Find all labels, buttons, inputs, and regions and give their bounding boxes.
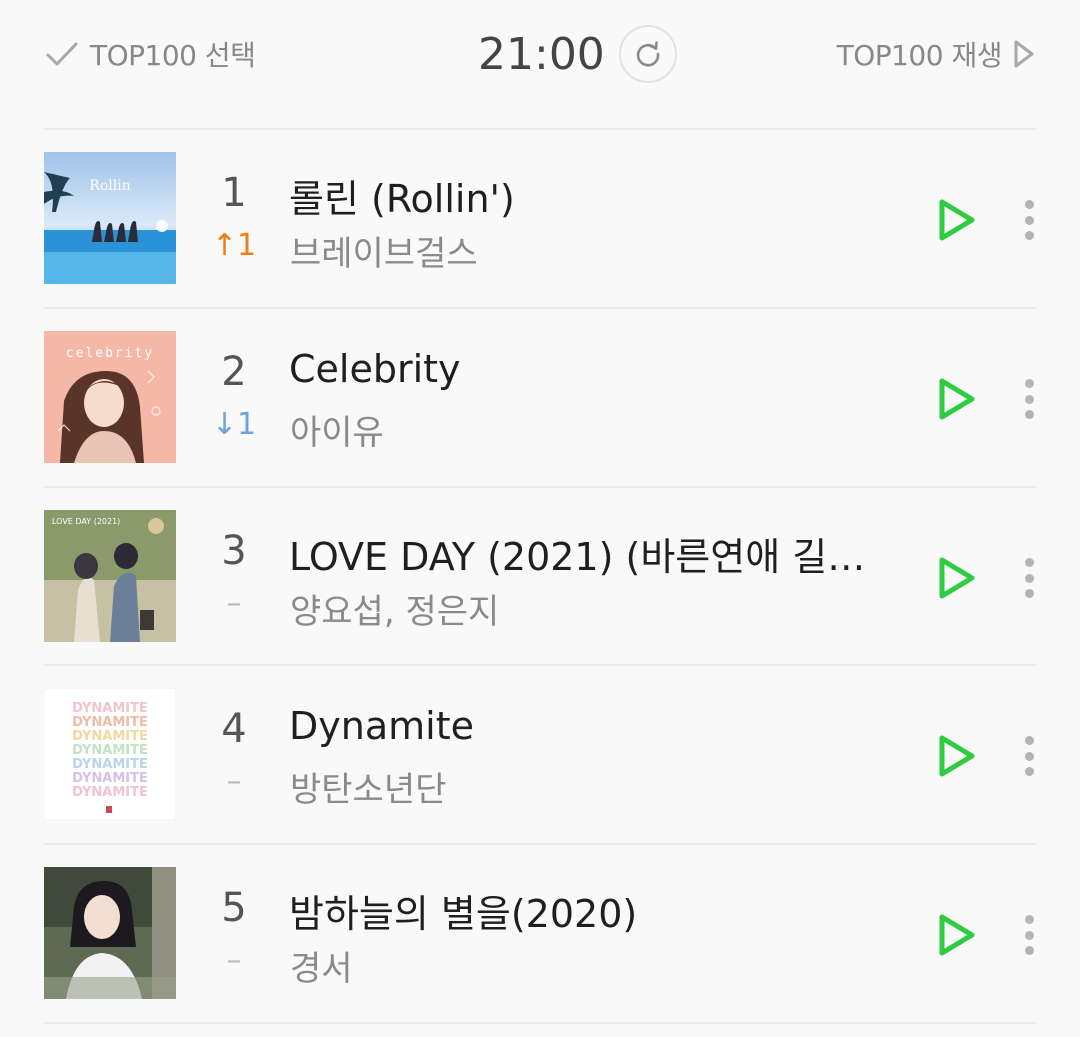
album-cover-art: Rollin (44, 152, 176, 284)
dot (1024, 558, 1034, 567)
album-cover[interactable]: DYNAMITE DYNAMITE DYNAMITE DYNAMITE DYNA… (44, 688, 176, 820)
song-rank: 5 (221, 885, 247, 931)
song-rank: 3 (221, 528, 247, 574)
song-artist[interactable]: 브레이브걸스 (290, 226, 890, 275)
song-rank: 4 (221, 706, 247, 752)
play-outline-icon (1014, 40, 1034, 68)
play-top100-button[interactable]: TOP100 재생 (837, 34, 1036, 74)
select-top100-button[interactable]: TOP100 선택 (44, 34, 256, 74)
refresh-icon (636, 41, 660, 67)
refresh-button[interactable] (618, 25, 677, 83)
dot (1024, 767, 1034, 776)
dot (1024, 573, 1034, 583)
song-artist[interactable]: 양요섭, 정은지 (290, 584, 890, 633)
more-vertical-icon[interactable] (1014, 732, 1044, 780)
song-artist[interactable]: 아이유 (290, 405, 890, 454)
chart-time-group: 21:00 (478, 22, 677, 86)
song-rank: 2 (221, 349, 247, 395)
more-vertical-icon[interactable] (1014, 196, 1044, 244)
album-cover-art: DYNAMITE DYNAMITE DYNAMITE DYNAMITE DYNA… (44, 688, 176, 820)
dot (1024, 589, 1034, 598)
song-title[interactable]: 롤린 (Rollin') (289, 168, 889, 223)
song-artist[interactable]: 경서 (290, 941, 890, 990)
song-row[interactable]: 5 – 밤하늘의 별을(2020) 경서 (0, 845, 1080, 1023)
album-cover-art: celebrity (44, 331, 176, 463)
play-icon[interactable] (934, 196, 978, 244)
dot (1024, 215, 1034, 225)
album-cover-title: DYNAMITE (72, 729, 148, 744)
album-cover-title: celebrity (66, 346, 154, 361)
album-cover[interactable] (44, 867, 176, 999)
play-icon[interactable] (934, 911, 978, 959)
album-cover-title: DYNAMITE (72, 715, 148, 730)
rank-change: – (226, 764, 242, 799)
divider (44, 1022, 1036, 1024)
more-vertical-icon[interactable] (1014, 554, 1044, 602)
song-title[interactable]: Celebrity (289, 347, 889, 391)
rank-change: ↑1 (211, 228, 257, 263)
album-cover-title: DYNAMITE (72, 701, 148, 716)
song-row[interactable]: Rollin 1 ↑1 롤린 (Rollin') 브레이브걸스 (0, 130, 1080, 308)
play-top100-label: TOP100 재생 (836, 39, 1003, 72)
album-cover-art: LOVE DAY (2021) (44, 510, 176, 642)
dot (1024, 200, 1034, 209)
play-icon[interactable] (934, 732, 978, 780)
play-icon[interactable] (934, 554, 978, 602)
album-cover[interactable]: Rollin (44, 152, 176, 284)
album-cover[interactable]: LOVE DAY (2021) (44, 510, 176, 642)
song-row[interactable]: LOVE DAY (2021) 3 – LOVE DAY (2021) (바른연… (0, 488, 1080, 666)
select-top100-label: TOP100 선택 (90, 39, 256, 72)
song-rank: 1 (221, 170, 247, 216)
album-cover-title: DYNAMITE (72, 785, 148, 800)
dot (1024, 410, 1034, 419)
album-cover-title: LOVE DAY (2021) (52, 517, 120, 526)
song-title[interactable]: Dynamite (289, 704, 889, 748)
dot (1024, 930, 1034, 940)
dot (1024, 751, 1034, 761)
rank-change: – (226, 943, 242, 978)
album-cover-title: DYNAMITE (72, 771, 148, 786)
album-cover-title: DYNAMITE (72, 757, 148, 772)
song-row[interactable]: DYNAMITE DYNAMITE DYNAMITE DYNAMITE DYNA… (0, 666, 1080, 844)
chart-header: TOP100 선택 21:00 TOP100 재생 (0, 0, 1080, 110)
dot (1024, 946, 1034, 955)
album-cover-title: Rollin (89, 178, 130, 194)
album-cover[interactable]: celebrity (44, 331, 176, 463)
dot (1024, 394, 1034, 404)
album-cover-title: DYNAMITE (72, 743, 148, 758)
more-vertical-icon[interactable] (1014, 911, 1044, 959)
album-cover-art (44, 867, 176, 999)
dot (1024, 231, 1034, 240)
rank-change: ↓1 (211, 407, 257, 442)
song-title[interactable]: 밤하늘의 별을(2020) (289, 883, 889, 938)
chart-time: 21:00 (478, 28, 605, 80)
more-vertical-icon[interactable] (1014, 375, 1044, 423)
dot (1024, 915, 1034, 924)
play-icon[interactable] (934, 375, 978, 423)
song-row[interactable]: celebrity 2 ↓1 Celebrity 아이유 (0, 309, 1080, 487)
check-icon (46, 42, 78, 66)
rank-change: – (226, 586, 242, 621)
song-artist[interactable]: 방탄소년단 (290, 762, 890, 811)
song-title[interactable]: LOVE DAY (2021) (바른연애 길… (289, 526, 889, 581)
dot (1024, 736, 1034, 745)
dot (1024, 379, 1034, 388)
